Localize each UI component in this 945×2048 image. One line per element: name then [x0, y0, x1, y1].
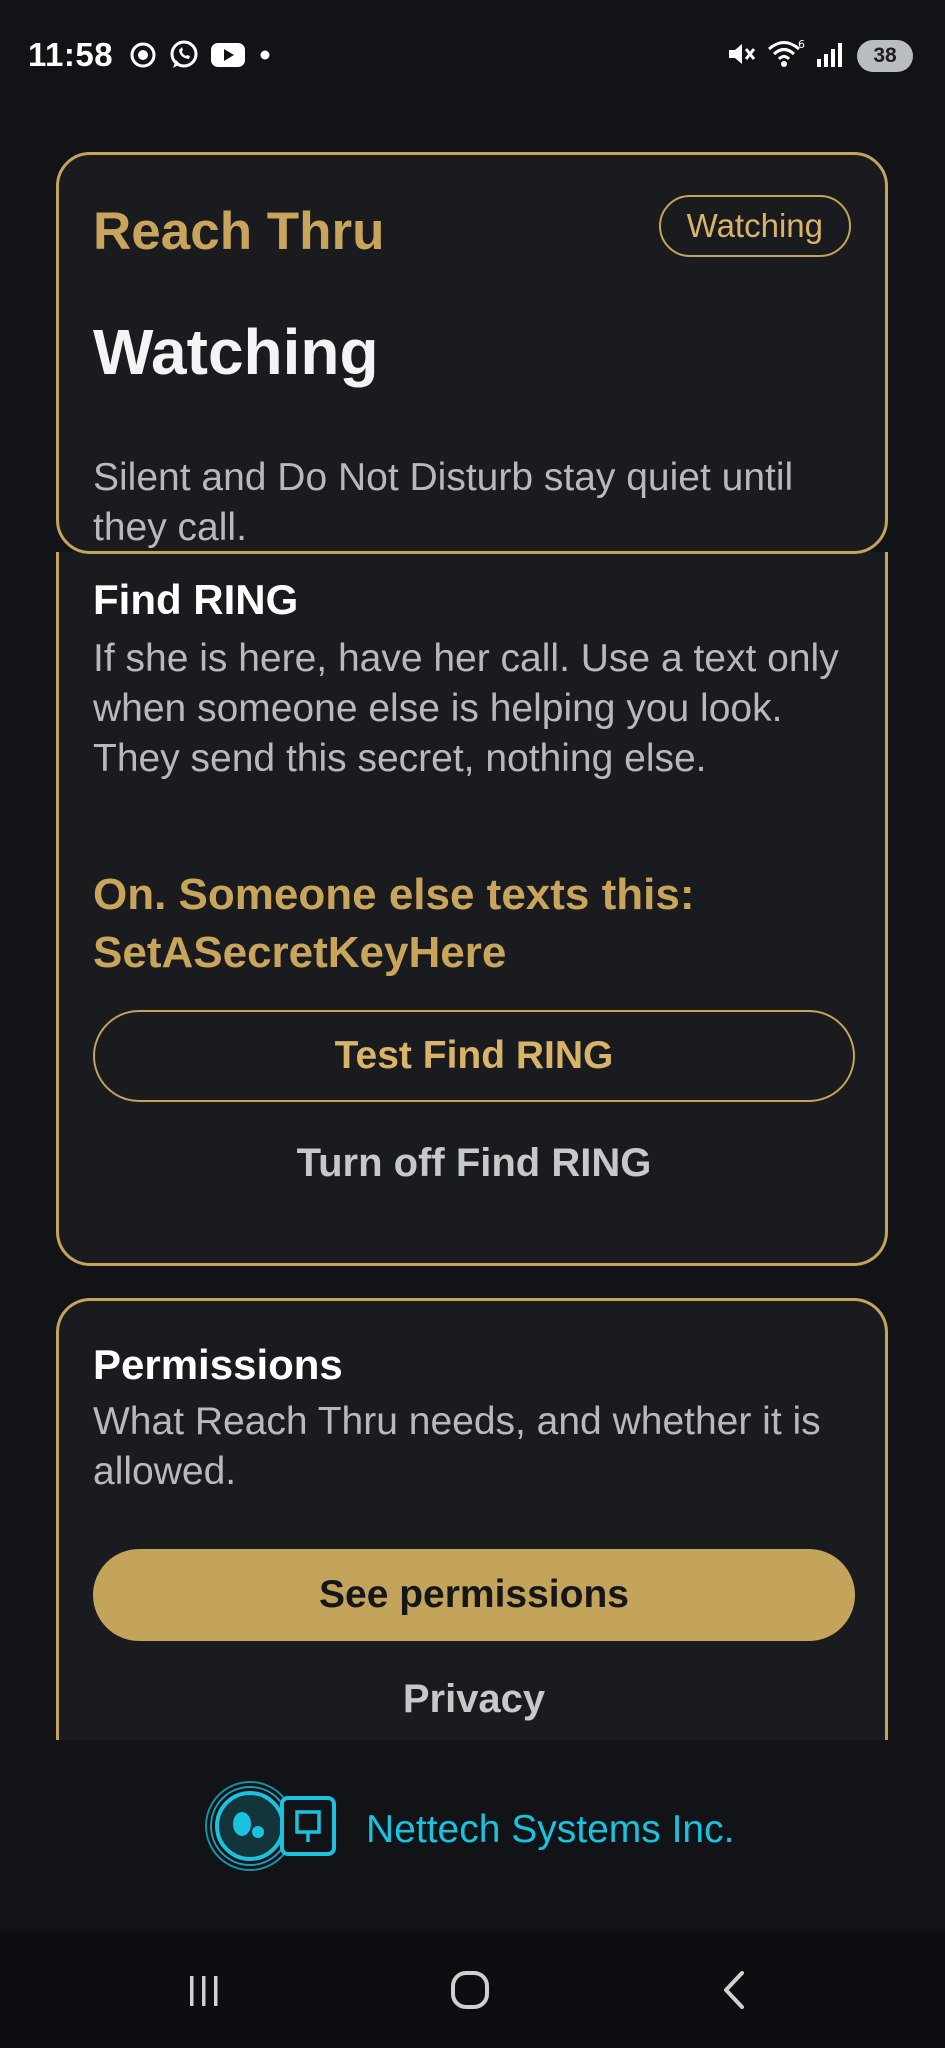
- mute-icon: [725, 38, 757, 75]
- test-find-ring-button[interactable]: Test Find RING: [93, 1010, 855, 1102]
- system-icons: 6 38: [725, 38, 913, 74]
- main-content[interactable]: Reach Thru Watching Watching Silent and …: [0, 112, 945, 1740]
- turn-off-find-ring-button[interactable]: Turn off Find RING: [93, 1120, 855, 1206]
- wifi-icon: 6: [767, 38, 805, 75]
- notification-icons: [128, 40, 274, 75]
- find-ring-card: Find RING If she is here, have her call.…: [56, 552, 888, 1266]
- app-title: Reach Thru: [93, 202, 385, 261]
- permissions-description: What Reach Thru needs, and whether it is…: [93, 1400, 821, 1493]
- permissions-card: Permissions What Reach Thru needs, and w…: [56, 1298, 888, 1740]
- find-ring-description: If she is here, have her call. Use a tex…: [93, 637, 839, 780]
- back-icon[interactable]: [684, 1950, 784, 2030]
- signal-icon: [815, 39, 847, 74]
- whatsapp-icon: [168, 39, 200, 76]
- privacy-button[interactable]: Privacy: [93, 1659, 855, 1739]
- permissions-title: Permissions: [93, 1341, 343, 1388]
- record-icon: [128, 40, 158, 75]
- svg-text:6: 6: [798, 38, 805, 51]
- navigation-bar: [0, 1930, 945, 2048]
- find-ring-status: On. Someone else texts this: SetASecretK…: [93, 870, 695, 977]
- dot-icon: [256, 46, 274, 69]
- status-bar: 11:58 6 38: [0, 0, 945, 112]
- youtube-icon: [210, 41, 246, 74]
- status-card: Reach Thru Watching Watching Silent and …: [56, 152, 888, 554]
- state-description: Silent and Do Not Disturb stay quiet unt…: [93, 456, 794, 549]
- footer: Nettech Systems Inc.: [0, 1740, 945, 1930]
- battery-indicator: 38: [857, 40, 913, 72]
- company-name: Nettech Systems Inc.: [366, 1808, 735, 1851]
- home-icon[interactable]: [420, 1950, 520, 2030]
- see-permissions-button[interactable]: See permissions: [93, 1549, 855, 1641]
- status-time: 11:58: [28, 36, 114, 73]
- status-chip: Watching: [658, 195, 851, 257]
- find-ring-title: Find RING: [93, 576, 299, 623]
- recents-icon[interactable]: [154, 1950, 254, 2030]
- company-logo-icon: [202, 1776, 342, 1876]
- state-title: Watching: [93, 316, 379, 388]
